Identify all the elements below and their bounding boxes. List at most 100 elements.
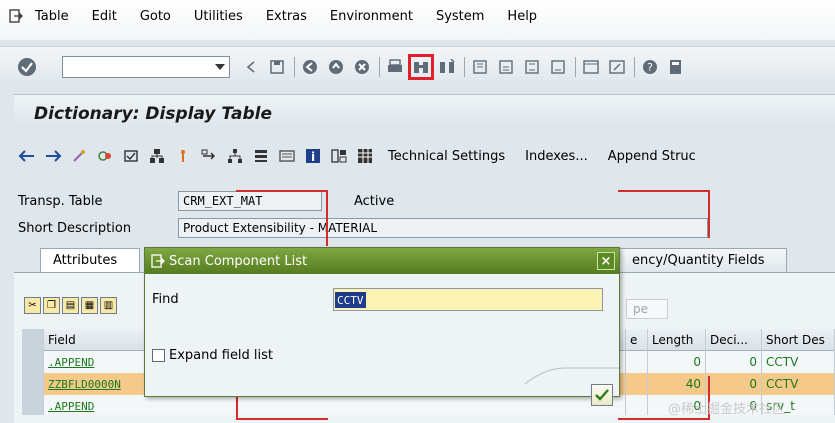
close-icon[interactable]: ×: [597, 252, 615, 270]
svg-text:?: ?: [647, 61, 653, 74]
structure-icon[interactable]: [252, 147, 270, 165]
find-icon[interactable]: [408, 53, 434, 80]
find-input-selection[interactable]: CCTV: [335, 292, 366, 308]
annotation-line: [236, 190, 328, 192]
scan-component-dialog: Scan Component List × Find CCTV Expand f…: [144, 247, 620, 406]
toolbar-separator: [575, 56, 576, 77]
header-decimals[interactable]: Deci...: [706, 329, 762, 351]
chevron-down-icon[interactable]: [215, 63, 225, 70]
menu-utilities[interactable]: Utilities: [194, 9, 243, 24]
command-field[interactable]: [62, 55, 230, 78]
help-icon[interactable]: ?: [641, 58, 659, 76]
next-page-icon[interactable]: [523, 58, 541, 76]
header-e[interactable]: e: [626, 329, 648, 351]
command-input[interactable]: [63, 56, 203, 77]
short-description-row: Short Description Product Extensibility …: [18, 217, 708, 239]
find-label: Find: [152, 292, 179, 307]
status-text: Active: [354, 193, 395, 209]
menu-edit[interactable]: Edit: [92, 9, 117, 24]
menu-environment[interactable]: Environment: [330, 9, 413, 24]
save-icon[interactable]: [268, 58, 286, 76]
toolbar-separator: [464, 56, 465, 77]
annotation-line: [708, 190, 710, 238]
field-name[interactable]: .APPEND: [48, 400, 94, 413]
contents-icon[interactable]: [356, 147, 374, 165]
toolbar-separator: [379, 56, 380, 77]
check-icon[interactable]: [122, 147, 140, 165]
first-page-icon[interactable]: [471, 58, 489, 76]
find-input-field[interactable]: CCTV: [333, 288, 603, 311]
where-used-icon[interactable]: [148, 147, 166, 165]
field-name[interactable]: ZZBFLD0000N: [48, 378, 121, 391]
layout-icon[interactable]: [667, 58, 685, 76]
prev-page-icon[interactable]: [497, 58, 515, 76]
technical-settings-button[interactable]: Technical Settings: [388, 149, 505, 164]
select-all-cell[interactable]: [22, 329, 44, 351]
grid-toolbar: ✂ ❐ ▤ ▦ ▥: [24, 297, 119, 314]
ghost-button[interactable]: pe: [626, 299, 668, 319]
copy-icon[interactable]: ❐: [43, 297, 60, 314]
cancel-icon[interactable]: [353, 58, 371, 76]
ok-button[interactable]: [591, 384, 613, 406]
delete-row-icon[interactable]: ▥: [100, 297, 117, 314]
tab-attributes-label: Attributes: [53, 253, 118, 268]
short-description-label: Short Description: [18, 220, 132, 236]
enter-checkmark-icon[interactable]: [16, 56, 38, 78]
menu-bar: Table Edit Goto Utilities Extras Environ…: [0, 0, 835, 40]
field-name[interactable]: .APPEND: [48, 356, 94, 369]
short-description-field[interactable]: Product Extensibility - MATERIAL: [178, 218, 708, 238]
other-object-icon[interactable]: [96, 147, 114, 165]
navigate-icon[interactable]: [200, 147, 218, 165]
tab-currency-label: ency/Quantity Fields: [632, 253, 765, 268]
transp-table-field[interactable]: CRM_EXT_MAT: [178, 191, 322, 211]
decimals-cell: 0: [706, 373, 762, 395]
paste-icon[interactable]: ▤: [62, 297, 79, 314]
dialog-title: Scan Component List: [169, 253, 308, 269]
menu-goto[interactable]: Goto: [140, 9, 171, 24]
insert-row-icon[interactable]: ▦: [81, 297, 98, 314]
exit-icon[interactable]: [327, 58, 345, 76]
shortcut-icon[interactable]: [608, 58, 626, 76]
arrow-right-icon[interactable]: [44, 147, 62, 165]
menu-help[interactable]: Help: [507, 9, 537, 24]
new-session-icon[interactable]: [582, 58, 600, 76]
print-icon[interactable]: [386, 58, 404, 76]
display-change-icon[interactable]: [70, 147, 88, 165]
back-nav-icon[interactable]: [301, 58, 319, 76]
info-icon[interactable]: i: [304, 147, 322, 165]
field-cell[interactable]: .APPEND: [44, 395, 626, 415]
menu-extras[interactable]: Extras: [266, 9, 307, 24]
e-cell: [626, 395, 648, 415]
title-bar: Dictionary: Display Table: [14, 94, 835, 132]
expand-field-list-checkbox[interactable]: Expand field list: [152, 348, 273, 363]
append-structure-button[interactable]: Append Struc: [608, 149, 696, 164]
menu-table[interactable]: Table: [35, 9, 69, 24]
activate-icon[interactable]: [174, 147, 192, 165]
toolbar-icons: ?: [242, 53, 693, 80]
checkbox-box[interactable]: [152, 349, 165, 362]
row-selector[interactable]: [22, 395, 44, 415]
find-next-icon[interactable]: [438, 58, 456, 76]
menu-exit-icon[interactable]: [9, 9, 23, 23]
indexes-button[interactable]: Indexes...: [525, 149, 588, 164]
header-short-description[interactable]: Short Des: [762, 329, 835, 351]
back-icon[interactable]: [242, 58, 260, 76]
graphics-icon[interactable]: [330, 147, 348, 165]
header-length[interactable]: Length: [648, 329, 706, 351]
arrow-left-icon[interactable]: [18, 147, 36, 165]
expand-field-list-label: Expand field list: [169, 348, 274, 363]
page-title: Dictionary: Display Table: [34, 103, 272, 124]
list-icon[interactable]: [278, 147, 296, 165]
last-page-icon[interactable]: [549, 58, 567, 76]
e-cell: [626, 351, 648, 373]
menu-system[interactable]: System: [436, 9, 484, 24]
tab-currency-quantity-fields[interactable]: ency/Quantity Fields: [619, 248, 787, 272]
row-selector[interactable]: [22, 351, 44, 373]
dialog-separator-curve: [525, 367, 619, 385]
dialog-title-bar: Scan Component List: [145, 248, 619, 274]
hierarchy-icon[interactable]: [226, 147, 244, 165]
row-selector[interactable]: [22, 373, 44, 395]
transp-table-label: Transp. Table: [18, 193, 103, 209]
cut-icon[interactable]: ✂: [24, 297, 41, 314]
tab-attributes[interactable]: Attributes: [40, 248, 140, 272]
